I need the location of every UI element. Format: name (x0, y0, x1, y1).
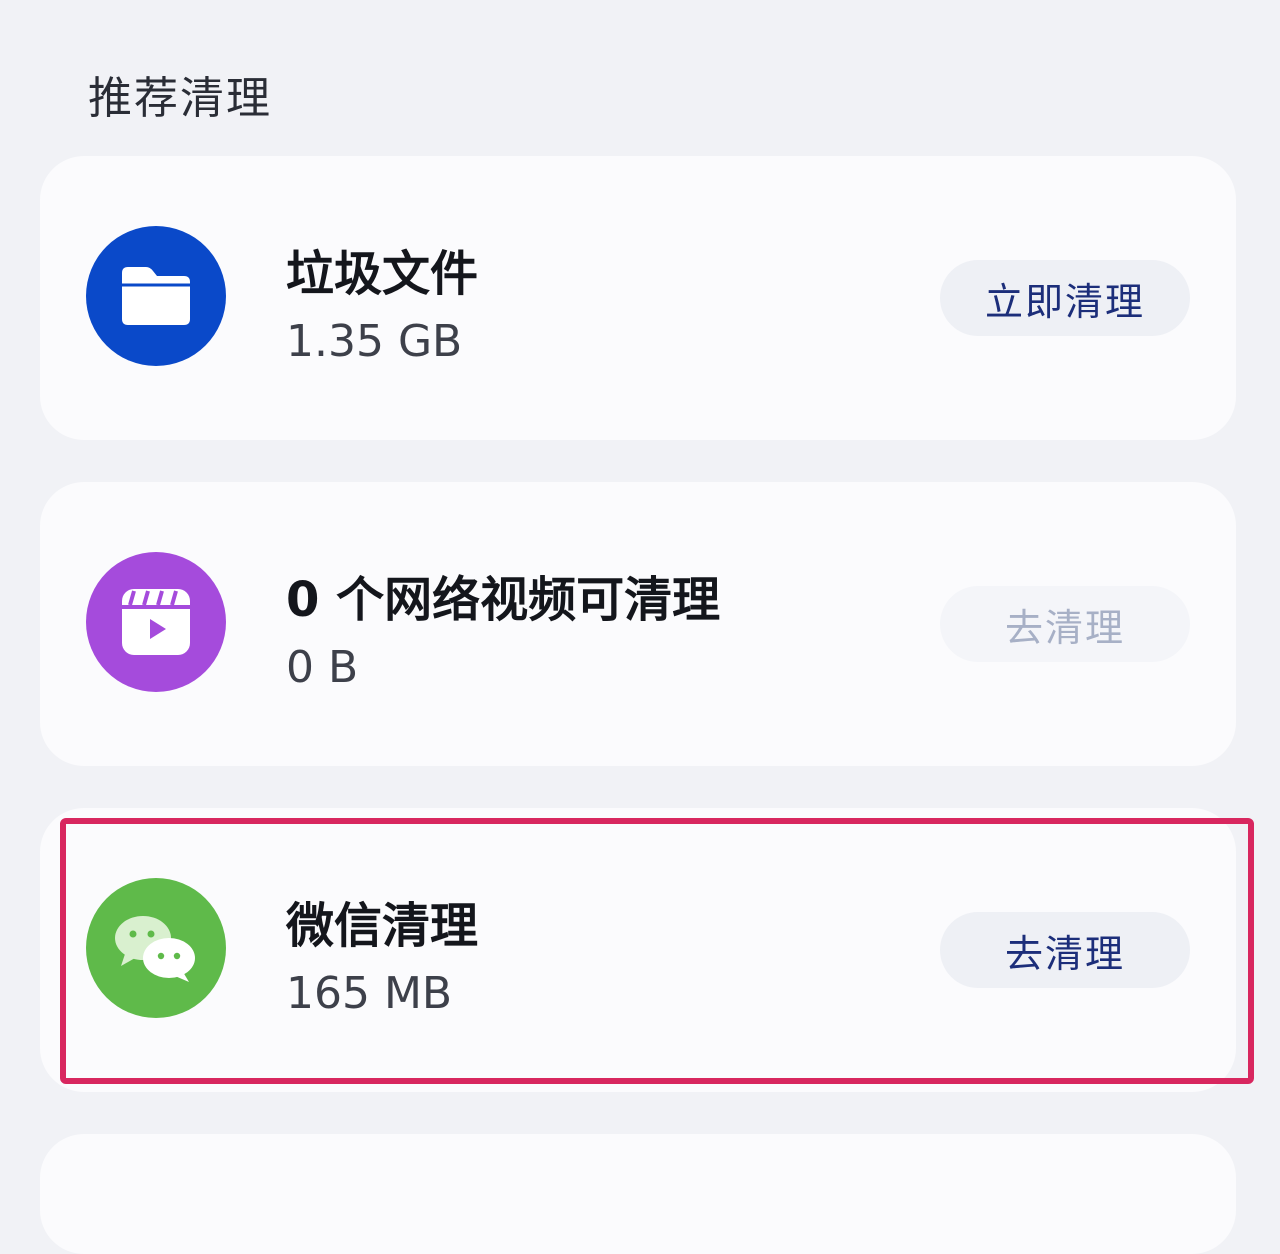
next-item-card[interactable] (40, 1134, 1236, 1254)
item-title: 垃圾文件 (286, 246, 479, 302)
wechat-clean-card[interactable]: 微信清理 165 MB 去清理 (40, 808, 1236, 1092)
junk-files-card[interactable]: 垃圾文件 1.35 GB 立即清理 (40, 156, 1236, 440)
item-title: 微信清理 (286, 898, 479, 954)
item-size: 165 MB (286, 968, 453, 1019)
clean-now-button[interactable]: 立即清理 (940, 260, 1190, 336)
section-title: 推荐清理 (88, 73, 272, 124)
item-title: 0 个网络视频可清理 (286, 572, 721, 628)
item-size: 1.35 GB (286, 316, 463, 367)
item-size: 0 B (286, 642, 359, 693)
network-video-card[interactable]: 0 个网络视频可清理 0 B 去清理 (40, 482, 1236, 766)
go-clean-button[interactable]: 去清理 (940, 586, 1190, 662)
go-clean-button[interactable]: 去清理 (940, 912, 1190, 988)
video-icon (86, 552, 226, 692)
folder-icon (86, 226, 226, 366)
wechat-icon (86, 878, 226, 1018)
